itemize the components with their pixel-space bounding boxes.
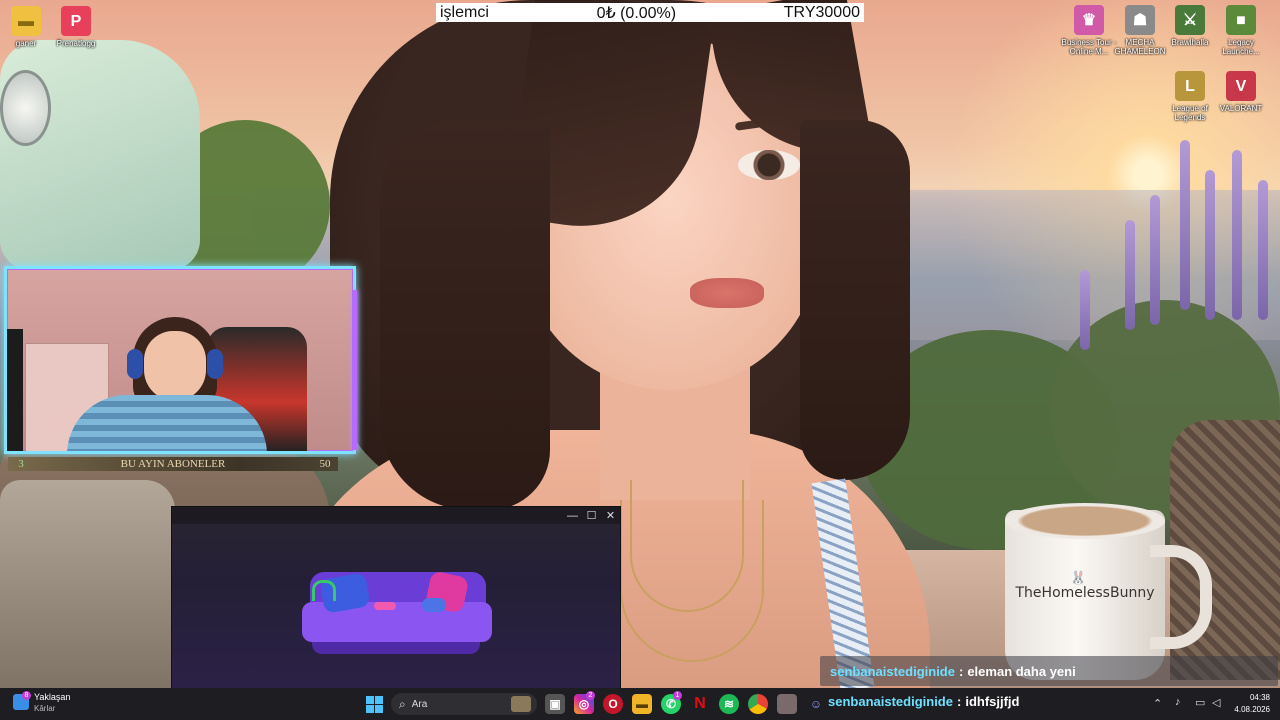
netflix-icon[interactable]: N (690, 694, 710, 714)
streamer-face (144, 331, 206, 401)
prenatlogg-icon: P (61, 6, 91, 36)
clock-date[interactable]: 4.08.2026 (1222, 705, 1270, 714)
business-tour-icon: ♛ (1074, 5, 1104, 35)
couch-base (312, 642, 480, 654)
desktop-icon-valorant[interactable]: V VALORANT (1211, 71, 1271, 113)
close-button[interactable]: ✕ (601, 509, 620, 522)
couch-illustration (302, 562, 492, 662)
taskbar-search[interactable]: ⌕ Ara (391, 693, 537, 715)
task-view-icon[interactable]: ▣ (545, 694, 565, 714)
valorant-icon: V (1226, 71, 1256, 101)
minimize-button[interactable]: — (563, 510, 582, 522)
search-icon: ⌕ (399, 696, 406, 711)
controller-pink-icon (374, 602, 396, 610)
minecraft-icon: ■ (1226, 5, 1256, 35)
league-of-legends-icon: L (1175, 71, 1205, 101)
weather-title[interactable]: Yaklaşan (34, 692, 70, 702)
folder-icon: ▬ (11, 6, 41, 36)
weather-subtitle[interactable]: Kârlar (34, 704, 55, 713)
character-necklace (620, 500, 764, 662)
scooter-headlight (0, 70, 51, 146)
desktop-icon-label: VALORANT (1219, 104, 1263, 113)
discord-icon[interactable]: ☺ (806, 694, 826, 714)
character-hair-right (800, 120, 910, 480)
character-eye (738, 150, 800, 180)
chat-message: idhfsjjfjd (965, 694, 1020, 709)
subscriber-count-current: 3 (18, 458, 24, 470)
opera-icon[interactable]: O (603, 694, 623, 714)
bunny-icon: 🐰 (1070, 570, 1087, 585)
character-hair-left (380, 120, 550, 510)
file-explorer-icon[interactable]: ▬ (632, 694, 652, 714)
chat-message-overlay: senbanaistediginide : eleman daha yeni (820, 656, 1278, 686)
webcam-glow (352, 290, 357, 450)
sofa-cushion-decoration (0, 480, 175, 690)
window-titlebar[interactable]: — ☐ ✕ (172, 507, 620, 524)
gamepad-icon (422, 598, 446, 612)
chat-username: senbanaistediginide (828, 694, 953, 709)
volume-icon[interactable]: ◁ (1212, 696, 1220, 709)
mug-coffee (1005, 503, 1165, 539)
desktop-icon-label: Prenatlogg (56, 39, 96, 48)
streamer-shirt (67, 395, 267, 451)
app-thumbnail-icon[interactable] (777, 694, 797, 714)
ticker-label: işlemci (440, 3, 489, 21)
taskbar-chat-overlay: senbanaistediginide : idhfsjjfjd (828, 694, 1020, 709)
weather-badge: 8 (22, 691, 31, 700)
speaker-decoration (7, 329, 23, 451)
instagram-badge: 2 (586, 691, 595, 700)
webcam-overlay (4, 266, 356, 454)
start-button[interactable] (366, 696, 383, 713)
desktop-icon-legacy-launcher[interactable]: ■ Legacy Launche... (1211, 5, 1271, 56)
windows-logo-tile (375, 696, 383, 704)
desktop-icon-label: Legacy Launche... (1222, 38, 1260, 56)
maximize-button[interactable]: ☐ (582, 509, 601, 522)
windows-logo-tile (366, 705, 374, 713)
headset-icon (207, 349, 223, 379)
chat-separator: : (958, 663, 964, 679)
windows-logo-tile (375, 705, 383, 713)
stock-ticker: işlemci 0₺ (0.00%) TRY30000 (436, 3, 864, 22)
search-placeholder: Ara (411, 698, 428, 710)
chat-username: senbanaistediginide (830, 663, 955, 679)
subscriber-goal-title: BU AYIN ABONELER (120, 458, 226, 470)
network-icon[interactable]: ▭ (1195, 696, 1205, 709)
ticker-change: 0₺ (0.00%) (596, 4, 677, 22)
lavender-decoration (1080, 270, 1090, 350)
windows-logo-tile (366, 696, 374, 704)
brawlhalla-icon: ⚔ (1175, 5, 1205, 35)
lavender-decoration (1258, 180, 1268, 320)
chrome-icon[interactable] (748, 694, 768, 714)
spotify-icon[interactable]: ≋ (719, 694, 739, 714)
mug-text: TheHomelessBunny (1015, 585, 1155, 601)
headset-icon (127, 349, 143, 379)
lavender-decoration (1232, 150, 1242, 320)
whatsapp-badge: 1 (673, 691, 682, 700)
character-lips (690, 278, 764, 308)
chat-message: eleman daha yeni (967, 663, 1076, 679)
lavender-decoration (1180, 140, 1190, 310)
ticker-price: TRY30000 (783, 3, 860, 21)
microphone-icon[interactable]: ♪ (1175, 696, 1181, 708)
subscriber-goal-bar: 3 BU AYIN ABONELER 50 (8, 457, 338, 471)
chat-separator: : (956, 694, 962, 709)
clock-time[interactable]: 04:38 (1230, 693, 1270, 702)
desktop-icon-prenatlogg[interactable]: P Prenatlogg (46, 6, 106, 48)
search-highlight-icon (511, 696, 531, 712)
headphones-icon (312, 580, 336, 601)
lavender-decoration (1125, 220, 1135, 330)
app-window[interactable]: — ☐ ✕ (172, 507, 620, 690)
lavender-decoration (1205, 170, 1215, 320)
subscriber-count-goal: 50 (319, 458, 331, 470)
lavender-decoration (1150, 195, 1160, 325)
mecha-icon: ☗ (1125, 5, 1155, 35)
chevron-up-icon[interactable]: ⌃ (1153, 697, 1162, 710)
